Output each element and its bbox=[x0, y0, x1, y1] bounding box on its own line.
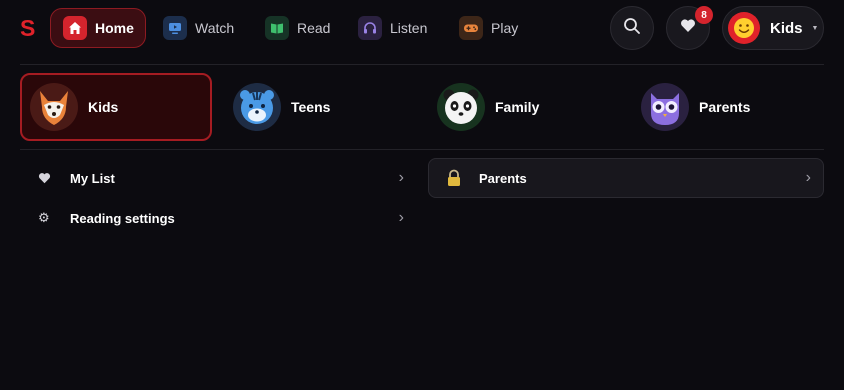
menu-item-my-list[interactable]: My List › bbox=[20, 158, 412, 198]
chevron-right-icon: › bbox=[805, 169, 811, 186]
book-icon bbox=[265, 16, 289, 40]
nav-home[interactable]: Home bbox=[50, 8, 146, 48]
gear-icon: ⚙ bbox=[38, 210, 50, 225]
profile-switcher[interactable]: Kids ▼ bbox=[722, 6, 824, 50]
nav-read-label: Read bbox=[297, 20, 331, 36]
nav-listen[interactable]: Listen bbox=[358, 8, 427, 48]
search-icon bbox=[623, 17, 641, 40]
menu-label: Parents bbox=[479, 170, 527, 186]
menu-item-reading-settings[interactable]: ⚙ Reading settings › bbox=[20, 198, 412, 238]
chevron-right-icon: › bbox=[398, 209, 404, 226]
chevron-right-icon: › bbox=[398, 169, 404, 186]
header-divider bbox=[20, 64, 824, 65]
search-button[interactable] bbox=[610, 6, 654, 50]
lock-icon bbox=[429, 169, 479, 187]
tiger-avatar-icon bbox=[233, 83, 281, 131]
nav-play-label: Play bbox=[491, 20, 519, 36]
owl-avatar-icon bbox=[641, 83, 689, 131]
fox-avatar-icon bbox=[30, 83, 78, 131]
profile-card-parents[interactable]: Parents bbox=[641, 73, 750, 141]
menu-label: Reading settings bbox=[70, 210, 175, 226]
nav-watch[interactable]: Watch bbox=[163, 8, 234, 48]
profile-card-kids[interactable]: Kids bbox=[20, 73, 212, 141]
nav-watch-label: Watch bbox=[195, 20, 235, 36]
heart-icon bbox=[680, 18, 696, 38]
profile-label: Teens bbox=[291, 99, 331, 115]
caret-down-icon: ▼ bbox=[811, 24, 819, 32]
headphones-icon bbox=[358, 16, 382, 40]
gamepad-icon bbox=[459, 16, 483, 40]
panda-avatar-icon bbox=[437, 83, 485, 131]
profiles-divider bbox=[20, 149, 824, 150]
profile-card-family[interactable]: Family bbox=[437, 73, 539, 141]
nav-listen-label: Listen bbox=[390, 20, 428, 36]
profile-card-teens[interactable]: Teens bbox=[233, 73, 330, 141]
home-icon bbox=[63, 16, 87, 40]
nav-home-label: Home bbox=[95, 20, 134, 36]
top-bar: S Home Watch Read Listen Play 8 Kids ▼ bbox=[0, 0, 844, 58]
profile-name: Kids bbox=[770, 19, 803, 37]
profile-label: Parents bbox=[699, 99, 751, 115]
profile-label: Kids bbox=[88, 99, 119, 115]
menu-label: My List bbox=[70, 170, 115, 186]
smiley-avatar-icon bbox=[728, 12, 760, 44]
nav-read[interactable]: Read bbox=[265, 8, 330, 48]
menu-item-parents[interactable]: Parents › bbox=[428, 158, 824, 198]
brand-logo[interactable]: S bbox=[20, 15, 35, 41]
nav-play[interactable]: Play bbox=[459, 8, 518, 48]
notification-badge: 8 bbox=[695, 6, 713, 24]
tv-icon bbox=[163, 16, 187, 40]
heart-icon bbox=[20, 172, 70, 184]
profile-label: Family bbox=[495, 99, 540, 115]
